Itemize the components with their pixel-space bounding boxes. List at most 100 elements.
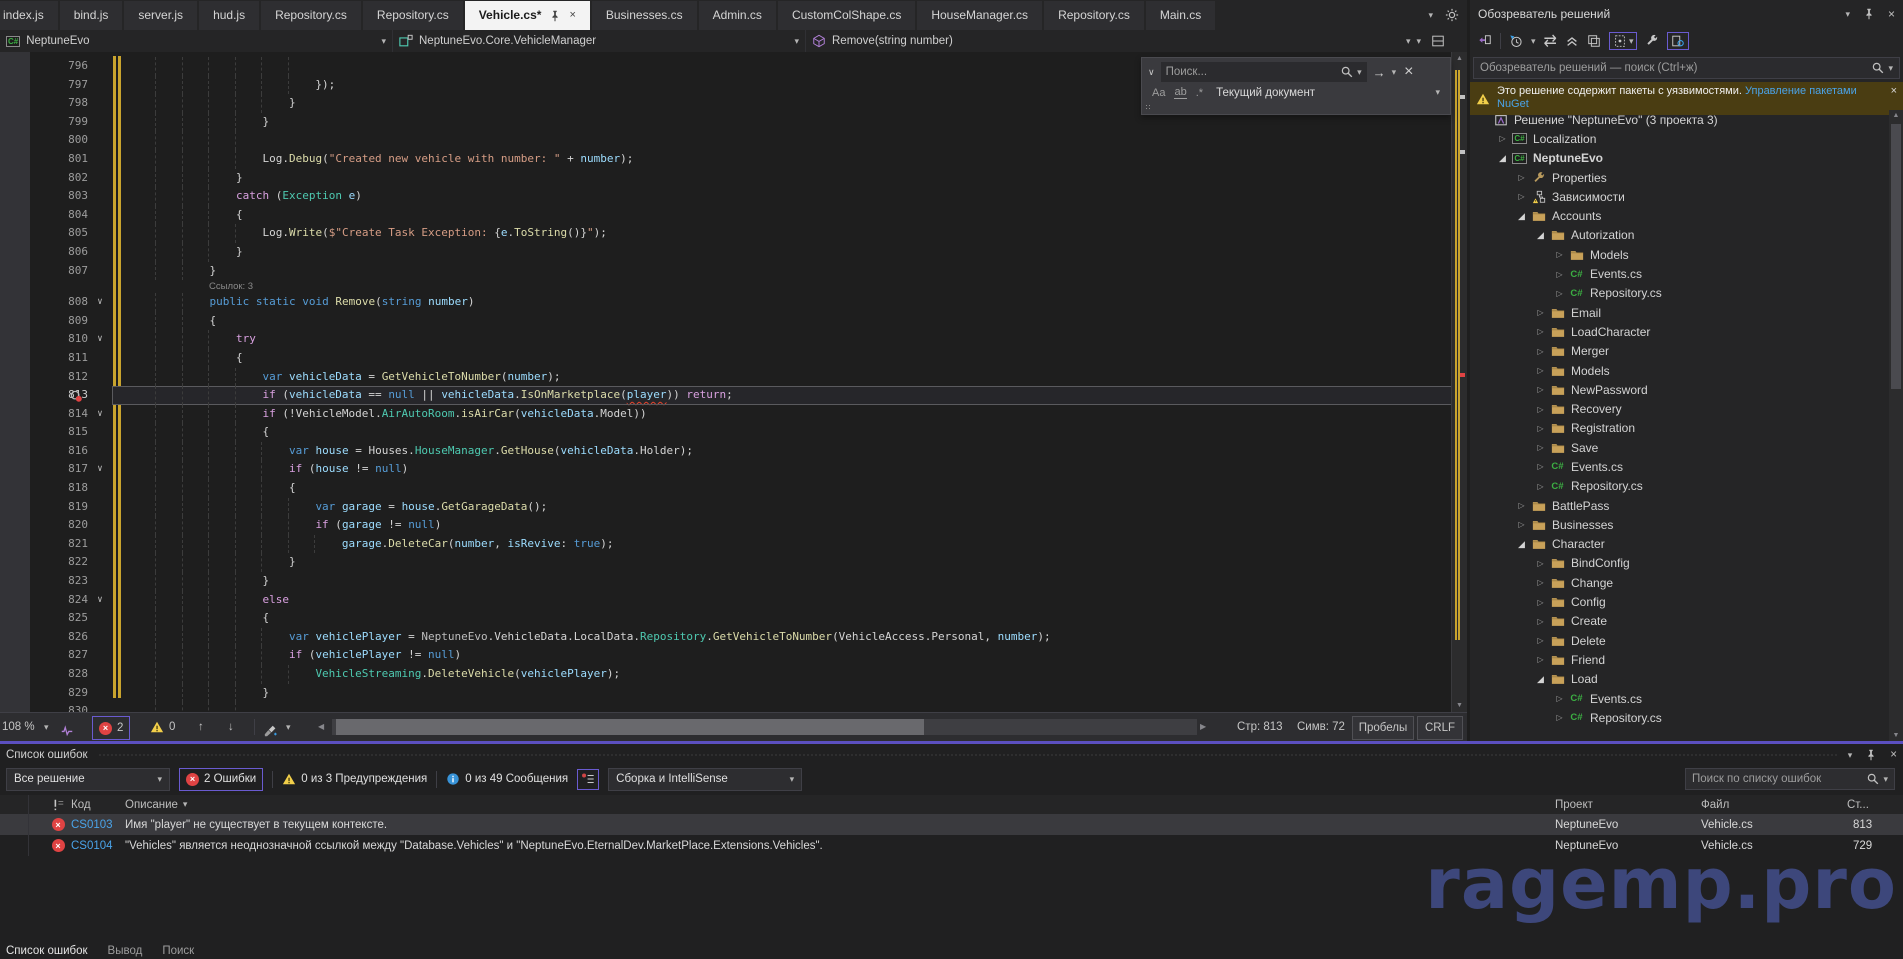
tree-item-neptuneevo[interactable]: ◢C#NeptuneEvo	[1470, 149, 1889, 168]
code-line-828[interactable]: 828 VehicleStreaming.DeleteVehicle(vehic…	[0, 665, 1452, 684]
chevron-down-icon[interactable]: ▾	[1357, 67, 1362, 78]
error-row-CS0103[interactable]: ×CS0103Имя "player" не существует в теку…	[0, 814, 1903, 835]
bottom-tab--[interactable]: Список ошибок	[6, 945, 88, 957]
code-line-806[interactable]: 806 }	[0, 243, 1452, 262]
code-line-808[interactable]: 808∨ public static void Remove(string nu…	[0, 293, 1452, 312]
tree-item-save[interactable]: ▷Save	[1470, 438, 1889, 457]
close-icon[interactable]: ×	[1891, 85, 1897, 111]
tree-expander-icon[interactable]: ▷	[1533, 347, 1548, 356]
match-case-toggle[interactable]: Aa	[1152, 87, 1165, 99]
tree-expander-icon[interactable]: ▷	[1533, 405, 1548, 414]
chevron-down-icon[interactable]: ▾	[1531, 36, 1536, 47]
breadcrumb-type[interactable]: NeptuneEvo.Core.VehicleManager ▾	[393, 30, 806, 52]
tree-expander-icon[interactable]: ▷	[1552, 250, 1567, 259]
chevron-down-icon[interactable]: ▾	[1392, 67, 1397, 78]
code-line-817[interactable]: 817∨ if (house != null)	[0, 460, 1452, 479]
tree-item-newpassword[interactable]: ▷NewPassword	[1470, 380, 1889, 399]
code-line-809[interactable]: 809 {	[0, 312, 1452, 331]
tree-expander-icon[interactable]: ▷	[1514, 520, 1529, 529]
resize-grip[interactable]	[1145, 104, 1152, 111]
tree-expander-icon[interactable]: ▷	[1533, 327, 1548, 336]
code-line-805[interactable]: 805 Log.Write($"Create Task Exception: {…	[0, 224, 1452, 243]
tree-scroll-thumb[interactable]	[1891, 124, 1901, 389]
errors-indicator[interactable]: × 2	[92, 716, 130, 740]
editor-horizontal-scrollbar[interactable]	[332, 719, 1197, 735]
tab-repository-cs[interactable]: Repository.cs	[261, 1, 361, 30]
tree-item-delete[interactable]: ▷Delete	[1470, 631, 1889, 650]
regex-toggle[interactable]: .*	[1196, 87, 1203, 99]
hscroll-left-icon[interactable]: ◀	[318, 716, 324, 738]
zoom-level[interactable]: 108 %	[2, 716, 35, 738]
next-issue-icon[interactable]: ↓	[228, 716, 234, 738]
pin-icon[interactable]	[1862, 7, 1876, 21]
chevron-down-icon[interactable]: ▾	[286, 716, 291, 738]
tree-scrollbar[interactable]: ▲ ▼	[1889, 110, 1903, 741]
chevron-down-icon[interactable]: ▾	[1845, 9, 1850, 20]
code-line-827[interactable]: 827 if (vehiclePlayer != null)	[0, 646, 1452, 665]
tree-expander-icon[interactable]: ▷	[1552, 713, 1567, 722]
chevron-down-icon[interactable]: ▾	[1416, 36, 1421, 47]
code-cleanup-icon[interactable]	[264, 720, 278, 742]
show-all-files-toggle[interactable]: ▾	[1609, 32, 1638, 50]
tree-expander-icon[interactable]: ◢	[1514, 539, 1529, 550]
tab-bind-js[interactable]: bind.js	[60, 1, 123, 30]
fold-chevron-icon[interactable]: ∨	[88, 405, 112, 424]
whole-word-toggle[interactable]: ab	[1174, 86, 1186, 99]
tree-item-events-cs[interactable]: ▷C#Events.cs	[1470, 264, 1889, 283]
tab-businesses-cs[interactable]: Businesses.cs	[592, 1, 697, 30]
tree-expander-icon[interactable]: ◢	[1533, 674, 1548, 685]
document-health-icon[interactable]	[60, 720, 74, 742]
code-line-820[interactable]: 820 if (garage != null)	[0, 516, 1452, 535]
tree-expander-icon[interactable]: ▷	[1552, 270, 1567, 279]
warnings-filter-button[interactable]: 0 из 3 Предупреждения	[282, 772, 427, 786]
tree-item-registration[interactable]: ▷Registration	[1470, 419, 1889, 438]
tree-expander-icon[interactable]: ▷	[1533, 462, 1548, 471]
fold-chevron-icon[interactable]: ∨	[88, 460, 112, 479]
spaces-toggle[interactable]: Пробелы	[1352, 716, 1414, 740]
code-line-802[interactable]: 802 }	[0, 169, 1452, 188]
preview-selected-toggle[interactable]	[1667, 32, 1689, 50]
code-line-801[interactable]: 801 Log.Debug("Created new vehicle with …	[0, 150, 1452, 169]
panel-drag-handle[interactable]	[98, 753, 1838, 758]
column-file[interactable]: Файл	[1701, 799, 1847, 811]
tree-item-friend[interactable]: ▷Friend	[1470, 650, 1889, 669]
tab-list-chevron-icon[interactable]: ▾	[1428, 10, 1433, 21]
tree-expander-icon[interactable]: ▷	[1552, 694, 1567, 703]
code-line-810[interactable]: 810∨ try	[0, 330, 1452, 349]
fold-chevron-icon[interactable]: ∨	[88, 330, 112, 349]
close-icon[interactable]: ×	[1888, 7, 1895, 21]
code-editor[interactable]: 796797 });798 }799 }800801 Log.Debug("Cr…	[0, 52, 1467, 712]
tree-expander-icon[interactable]: ◢	[1533, 230, 1548, 241]
code-line-824[interactable]: 824∨ else	[0, 591, 1452, 610]
code-line-829[interactable]: 829 }	[0, 684, 1452, 703]
tab-index-js[interactable]: index.js	[0, 1, 58, 30]
tree-item-properties[interactable]: ▷Properties	[1470, 168, 1889, 187]
filter-toggle[interactable]	[577, 769, 599, 790]
gear-icon[interactable]	[1445, 8, 1459, 22]
tree-expander-icon[interactable]: ▷	[1533, 424, 1548, 433]
tree-item-repository-cs[interactable]: ▷C#Repository.cs	[1470, 708, 1889, 727]
find-input[interactable]: Поиск... ▾	[1161, 62, 1367, 82]
tree-item-email[interactable]: ▷Email	[1470, 303, 1889, 322]
code-line-813[interactable]: 813 if (vehicleData == null || vehicleDa…	[0, 386, 1452, 405]
tree-expander-icon[interactable]: ▷	[1552, 289, 1567, 298]
tree-expander-icon[interactable]: ▷	[1514, 173, 1529, 182]
close-icon[interactable]: ×	[1890, 749, 1897, 761]
code-line-819[interactable]: 819 var garage = house.GetGarageData();	[0, 498, 1452, 517]
tab-server-js[interactable]: server.js	[124, 1, 197, 30]
tree-item-events-cs[interactable]: ▷C#Events.cs	[1470, 689, 1889, 708]
tree-item-localization[interactable]: ▷C#Localization	[1470, 129, 1889, 148]
find-scope[interactable]: Текущий документ	[1216, 87, 1315, 99]
code-line-807[interactable]: 807 }	[0, 262, 1452, 281]
tab-housemanager-cs[interactable]: HouseManager.cs	[917, 1, 1042, 30]
bottom-tab--[interactable]: Поиск	[162, 945, 194, 957]
search-icon[interactable]	[1340, 65, 1354, 79]
tree-item-accounts[interactable]: ◢Accounts	[1470, 206, 1889, 225]
scroll-down-icon[interactable]: ▼	[1452, 702, 1467, 709]
column-project[interactable]: Проект	[1555, 799, 1701, 811]
codelens-references[interactable]: Ссылок: 3	[209, 281, 253, 292]
warnings-indicator[interactable]: 0	[150, 716, 175, 738]
tree-expander-icon[interactable]: ▷	[1533, 559, 1548, 568]
tab-customcolshape-cs[interactable]: CustomColShape.cs	[778, 1, 915, 30]
code-line-830[interactable]: 830	[0, 702, 1452, 712]
